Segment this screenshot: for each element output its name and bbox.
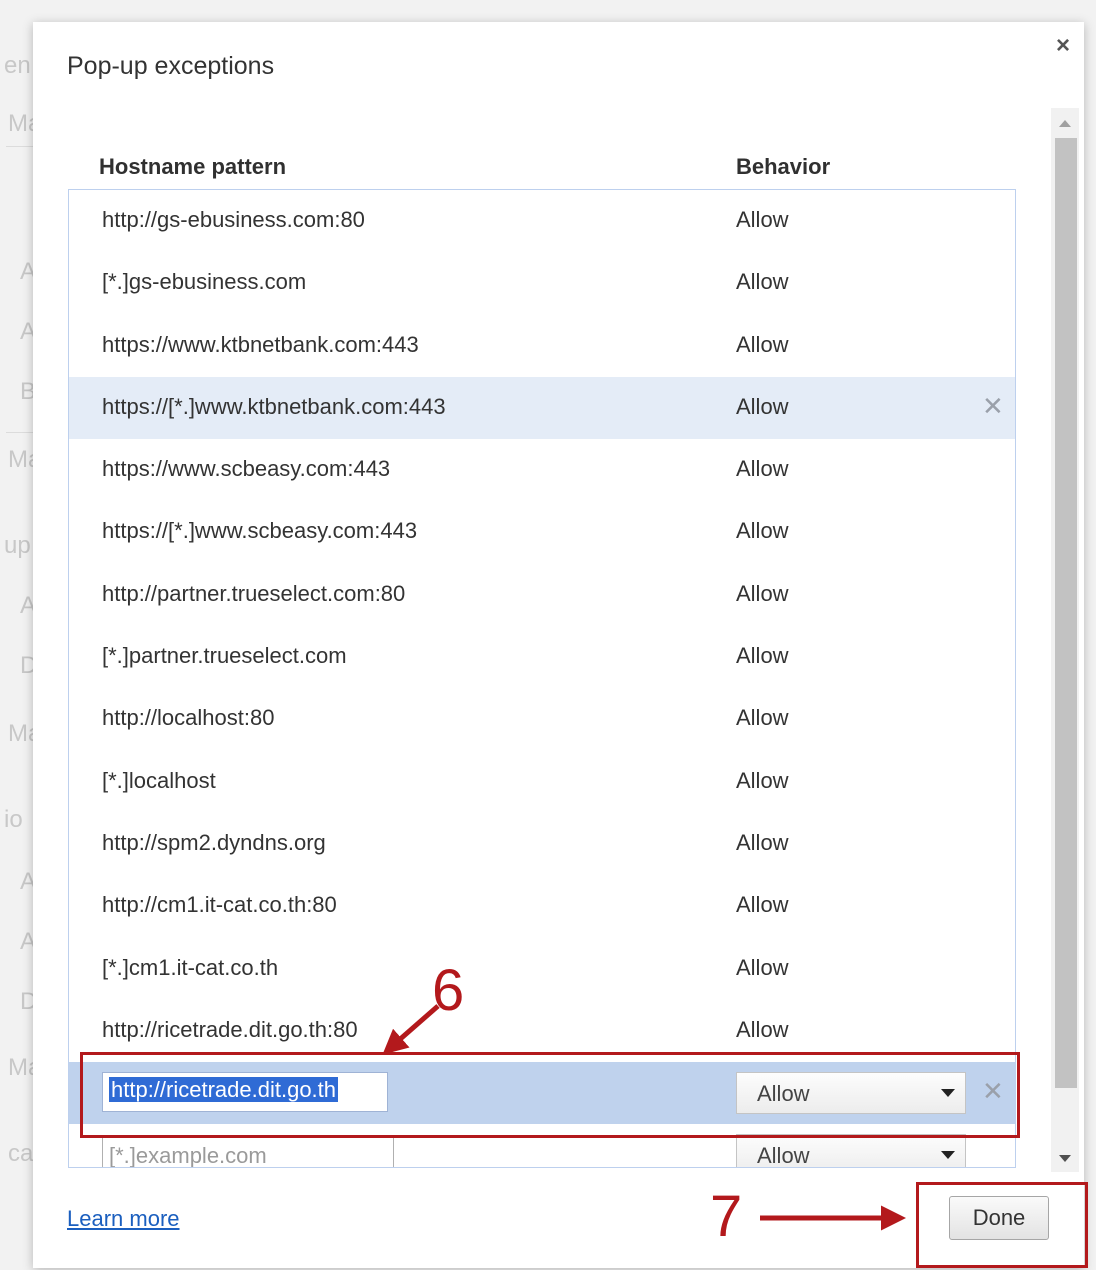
annotation-step-6: 6 bbox=[432, 958, 465, 1023]
table-row[interactable]: http://gs-ebusiness.com:80 Allow bbox=[69, 190, 1015, 252]
new-hostname-input[interactable]: [*.]example.com bbox=[102, 1136, 394, 1167]
annotation-box-done bbox=[916, 1182, 1088, 1268]
hostname-cell: http://spm2.dyndns.org bbox=[102, 829, 326, 855]
scroll-down-arrow-icon[interactable] bbox=[1059, 1155, 1071, 1162]
hostname-cell: [*.]cm1.it-cat.co.th bbox=[102, 954, 279, 980]
hostname-cell: http://localhost:80 bbox=[102, 705, 275, 731]
hostname-cell: https://[*.]www.scbeasy.com:443 bbox=[102, 518, 418, 544]
behavior-cell: Allow bbox=[736, 1016, 789, 1042]
table-row[interactable]: https://www.ktbnetbank.com:443 Allow bbox=[69, 315, 1015, 377]
remove-row-icon[interactable]: ✕ bbox=[982, 391, 1004, 422]
table-row[interactable]: [*.]partner.trueselect.com Allow bbox=[69, 626, 1015, 688]
exceptions-list: http://gs-ebusiness.com:80 Allow [*.]gs-eb… bbox=[68, 189, 1016, 1168]
dialog-title: Pop-up exceptions bbox=[67, 52, 275, 80]
new-behavior-select-value: Allow bbox=[757, 1143, 810, 1168]
annotation-step-7: 7 bbox=[710, 1184, 743, 1249]
behavior-cell: Allow bbox=[736, 518, 789, 544]
table-row[interactable]: https://www.scbeasy.com:443 Allow bbox=[69, 439, 1015, 501]
table-row[interactable]: https://[*.]www.ktbnetbank.com:443 Allow ✕ bbox=[69, 376, 1015, 440]
behavior-cell: Allow bbox=[736, 892, 789, 918]
behavior-column-header: Behavior bbox=[736, 154, 831, 179]
hostname-column-header: Hostname pattern bbox=[99, 154, 287, 179]
table-row[interactable]: [*.]localhost Allow bbox=[69, 751, 1015, 813]
hostname-cell: http://cm1.it-cat.co.th:80 bbox=[102, 892, 337, 918]
scroll-up-arrow-icon[interactable] bbox=[1059, 120, 1071, 127]
list-scrollbar[interactable] bbox=[1051, 108, 1079, 1172]
hostname-cell: https://www.scbeasy.com:443 bbox=[102, 456, 391, 482]
table-row[interactable]: http://spm2.dyndns.org Allow bbox=[69, 813, 1015, 875]
chevron-down-icon bbox=[941, 1151, 955, 1160]
behavior-cell: Allow bbox=[736, 331, 789, 357]
new-behavior-select[interactable]: Allow bbox=[736, 1134, 966, 1168]
behavior-cell: Allow bbox=[736, 456, 789, 482]
behavior-cell: Allow bbox=[736, 580, 789, 606]
table-row[interactable]: https://[*.]www.scbeasy.com:443 Allow bbox=[69, 501, 1015, 563]
hostname-cell: [*.]gs-ebusiness.com bbox=[102, 269, 307, 295]
behavior-cell: Allow bbox=[736, 643, 789, 669]
behavior-cell: Allow bbox=[736, 705, 789, 731]
behavior-cell: Allow bbox=[736, 393, 789, 419]
close-icon[interactable]: × bbox=[1056, 34, 1070, 58]
behavior-cell: Allow bbox=[736, 954, 789, 980]
hostname-cell: https://www.ktbnetbank.com:443 bbox=[102, 331, 419, 357]
learn-more-link[interactable]: Learn more bbox=[67, 1206, 180, 1232]
table-row[interactable]: [*.]cm1.it-cat.co.th Allow bbox=[69, 938, 1015, 1000]
table-row[interactable]: http://partner.trueselect.com:80 Allow bbox=[69, 564, 1015, 626]
behavior-cell: Allow bbox=[736, 269, 789, 295]
scroll-thumb[interactable] bbox=[1055, 138, 1077, 1088]
hostname-cell: [*.]partner.trueselect.com bbox=[102, 643, 347, 669]
hostname-cell: http://gs-ebusiness.com:80 bbox=[102, 207, 365, 232]
table-row[interactable]: http://cm1.it-cat.co.th:80 Allow bbox=[69, 875, 1015, 937]
hostname-cell: http://ricetrade.dit.go.th:80 bbox=[102, 1016, 358, 1042]
hostname-cell: http://partner.trueselect.com:80 bbox=[102, 580, 406, 606]
annotation-box-edit-row bbox=[80, 1052, 1020, 1138]
table-row[interactable]: http://localhost:80 Allow bbox=[69, 688, 1015, 750]
behavior-cell: Allow bbox=[736, 207, 789, 232]
table-row[interactable]: [*.]gs-ebusiness.com Allow bbox=[69, 252, 1015, 314]
behavior-cell: Allow bbox=[736, 829, 789, 855]
hostname-cell: https://[*.]www.ktbnetbank.com:443 bbox=[102, 393, 446, 419]
hostname-cell: [*.]localhost bbox=[102, 767, 216, 793]
list-header: Hostname pattern Behavior bbox=[33, 154, 1023, 184]
behavior-cell: Allow bbox=[736, 767, 789, 793]
